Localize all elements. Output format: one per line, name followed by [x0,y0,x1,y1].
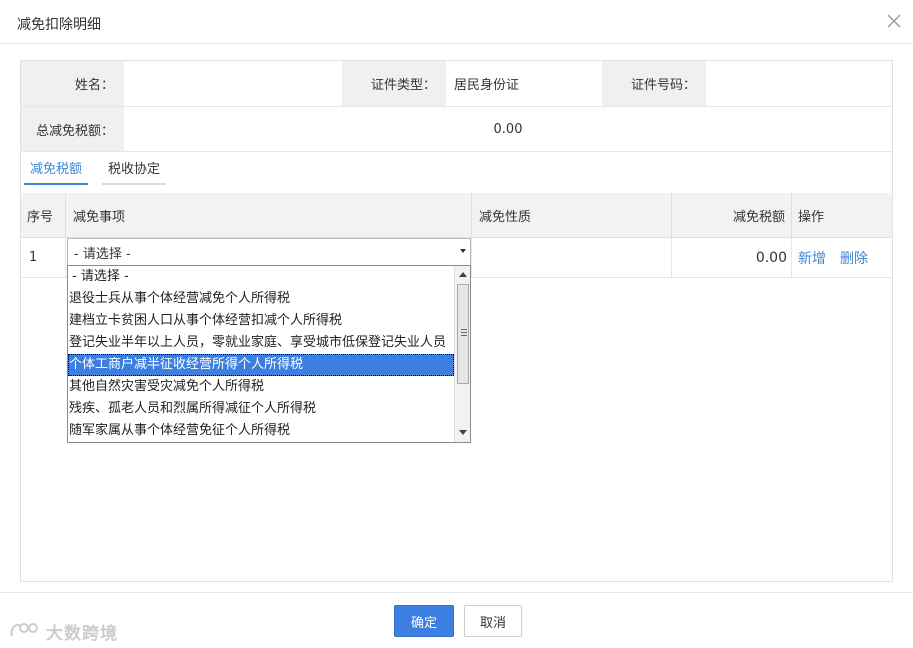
scroll-thumb[interactable] [457,284,469,384]
info-row-identity: 姓名： 证件类型： 居民身份证 证件号码： [21,61,892,107]
name-label: 姓名： [21,61,124,106]
row-amount: 0.00 [672,238,792,277]
total-value: 0.00 [493,121,523,137]
dropdown-option[interactable]: 退役士兵从事个体经营减免个人所得税 [68,288,454,310]
row-nature [472,238,672,277]
header-amount: 减免税额 [672,193,792,237]
chevron-down-icon [460,249,466,253]
row-actions: 新增 删除 [792,238,892,277]
dropdown-option[interactable]: 残疾、孤老人员和烈属所得减征个人所得税 [68,398,454,420]
confirm-button[interactable]: 确定 [394,605,454,637]
total-label: 总减免税额： [21,107,124,151]
tab-bar: 减免税额 税收协定 [21,153,892,187]
dialog-title: 减免扣除明细 [17,17,101,33]
dialog-footer: 确定 取消 [0,592,913,648]
scroll-up-icon[interactable] [459,272,467,277]
close-icon[interactable] [885,12,903,30]
tab-reduction-amount[interactable]: 减免税额 [24,161,89,185]
header-actions: 操作 [798,209,825,225]
info-row-total: 总减免税额： 0.00 [21,107,892,152]
row-index: 1 [21,238,66,277]
header-nature: 减免性质 [472,193,672,237]
dropdown-option-selected[interactable]: 个体工商户减半征收经营所得个人所得税 [68,354,454,376]
dropdown-option[interactable]: 其他自然灾害受灾减免个人所得税 [68,376,454,398]
cancel-button[interactable]: 取消 [464,605,522,637]
header-item: 减免事项 [66,193,472,237]
item-select[interactable]: - 请选择 - [67,238,471,266]
id-type-value: 居民身份证 [454,78,520,93]
detail-panel: 姓名： 证件类型： 居民身份证 证件号码： 总减免税额： 0.00 减免税额 税… [20,60,893,582]
dropdown-option[interactable]: 建档立卡贫困人口从事个体经营扣减个人所得税 [68,310,454,332]
grid-header: 序号 减免事项 减免性质 减免税额 操作 [21,193,892,238]
item-dropdown-list[interactable]: - 请选择 - 退役士兵从事个体经营减免个人所得税 建档立卡贫困人口从事个体经营… [67,265,471,443]
name-value [124,61,342,106]
watermark: 大数跨境 [8,618,118,644]
header-index: 序号 [21,193,66,237]
dropdown-option[interactable]: - 请选择 - [68,266,454,288]
dropdown-option[interactable]: 登记失业半年以上人员，零就业家庭、享受城市低保登记失业人员 [68,332,454,354]
watermark-logo-icon [10,623,38,637]
id-number-label: 证件号码： [602,61,706,106]
watermark-text: 大数跨境 [46,623,118,644]
dropdown-option[interactable]: 随军家属从事个体经营免征个人所得税 [68,420,454,442]
dialog-header: 减免扣除明细 [0,0,913,44]
tab-tax-treaty[interactable]: 税收协定 [102,161,167,185]
add-row-link[interactable]: 新增 [798,248,826,268]
id-number-value [706,61,892,106]
dropdown-scrollbar[interactable] [454,266,470,442]
delete-row-link[interactable]: 删除 [840,248,868,268]
scroll-down-icon[interactable] [459,430,467,435]
item-select-value: - 请选择 - [74,246,131,262]
id-type-label: 证件类型： [342,61,446,106]
